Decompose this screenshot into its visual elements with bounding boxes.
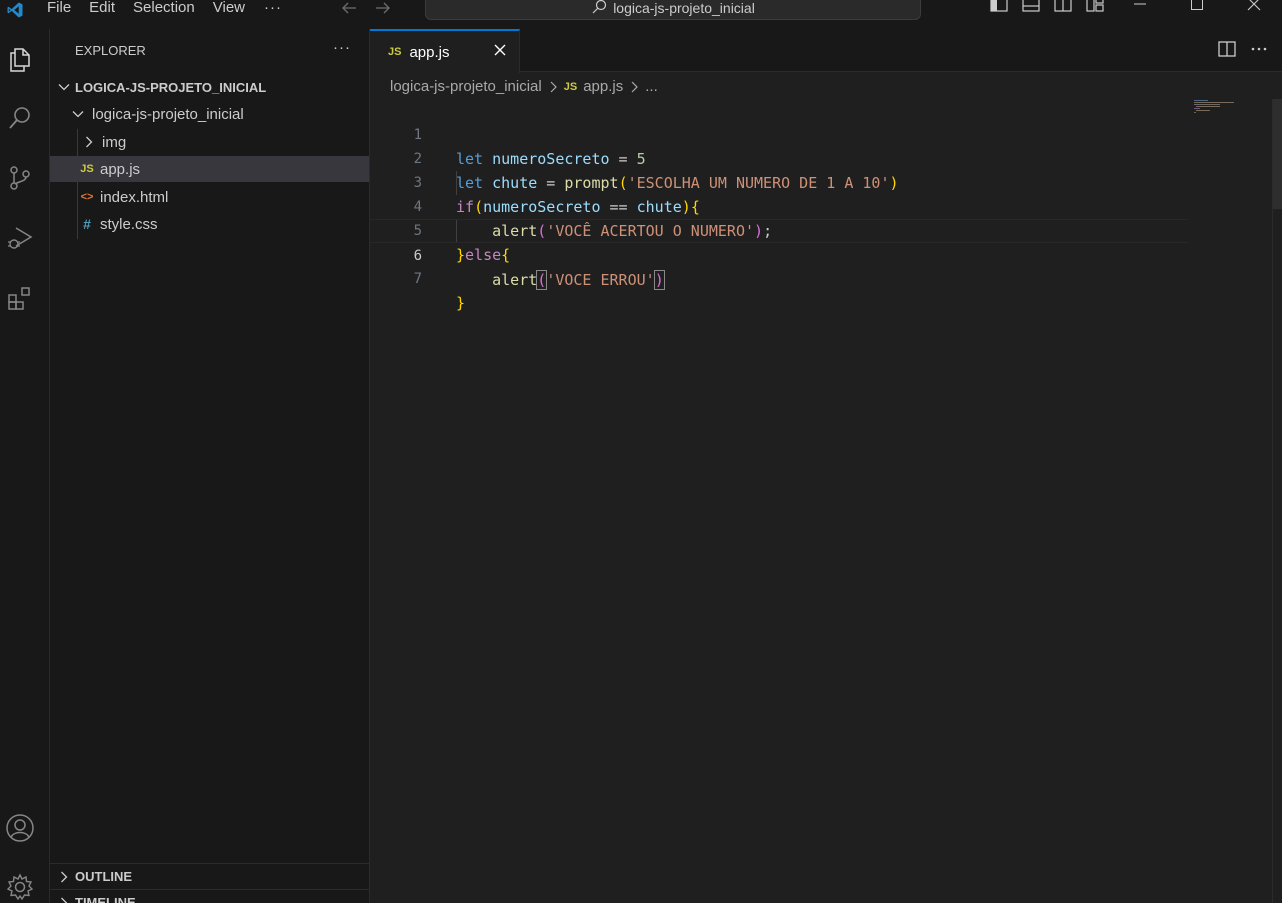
title-bar: File Edit Selection View ··· logica-js-p… — [0, 0, 1282, 29]
chevron-right-icon — [631, 81, 639, 92]
navigation-arrows — [340, 0, 392, 16]
tab-bar: JS app.js — [370, 29, 1282, 73]
more-actions-icon[interactable] — [1250, 41, 1268, 57]
menu-view[interactable]: View — [204, 0, 254, 16]
title-bar-controls — [983, 0, 1282, 12]
code-editor[interactable]: 1 let numeroSecreto = 5 2 let chute = pr… — [370, 99, 1188, 312]
tree-item-index-html[interactable]: <> index.html — [50, 184, 369, 210]
breadcrumb-file[interactable]: app.js — [583, 78, 623, 95]
tree-item-label: img — [102, 133, 127, 151]
timeline-label: TIMELINE — [75, 895, 136, 903]
search-icon — [592, 0, 607, 14]
js-file-icon: JS — [388, 46, 402, 58]
timeline-section[interactable]: TIMELINE — [50, 889, 369, 903]
line-number: 7 — [413, 271, 422, 287]
breadcrumb-folder[interactable]: logica-js-projeto_inicial — [390, 78, 542, 95]
customize-layout-icon[interactable] — [1079, 0, 1111, 12]
toggle-panel-icon[interactable] — [1015, 0, 1047, 12]
vscode-logo-icon — [7, 2, 23, 17]
menu-bar: File Edit Selection View ··· — [28, 0, 292, 16]
tree-item-app-js[interactable]: JS app.js — [50, 156, 369, 182]
chevron-down-icon — [70, 106, 86, 122]
command-center-text: logica-js-projeto_inicial — [613, 0, 755, 16]
source-control-icon[interactable] — [5, 163, 35, 193]
code-line: 2 let chute = prompt('ESCOLHA UM NUMERO … — [370, 123, 1188, 192]
menu-edit[interactable]: Edit — [80, 0, 124, 16]
explorer-more-button[interactable]: ··· — [333, 39, 351, 56]
close-window-button[interactable] — [1225, 0, 1282, 11]
vertical-scrollbar[interactable] — [1272, 99, 1282, 903]
js-file-icon: JS — [80, 163, 94, 175]
tab-label: app.js — [409, 43, 450, 61]
menu-more-button[interactable]: ··· — [254, 0, 292, 16]
chevron-right-icon — [81, 134, 97, 150]
code-line-current: 6 alert('VOCE ERROU') — [370, 219, 1188, 290]
chevron-right-icon — [56, 869, 72, 885]
command-center-search[interactable]: logica-js-projeto_inicial — [425, 0, 921, 20]
tree-item-label: index.html — [100, 188, 169, 206]
tree-item-img[interactable]: img — [50, 129, 369, 155]
extensions-icon[interactable] — [5, 283, 35, 313]
editor-area: JS app.js logica-js-projeto_inicial JS a… — [370, 29, 1282, 903]
minimap[interactable] — [1192, 99, 1252, 119]
forward-arrow-icon[interactable] — [374, 0, 392, 16]
manage-gear-icon[interactable] — [5, 872, 35, 902]
close-icon[interactable] — [492, 42, 508, 58]
code-line: 7 } — [370, 243, 1188, 312]
tab-app-js[interactable]: JS app.js — [370, 29, 520, 73]
activity-bar — [0, 29, 50, 903]
breadcrumb: logica-js-projeto_inicial JS app.js ... — [390, 78, 658, 95]
html-file-icon: <> — [80, 191, 94, 203]
breadcrumb-more[interactable]: ... — [645, 78, 658, 95]
workspace-root[interactable]: LOGICA-JS-PROJETO_INICIAL — [50, 74, 369, 100]
toggle-secondary-sidebar-icon[interactable] — [1047, 0, 1079, 12]
js-file-icon: JS — [563, 80, 578, 93]
menu-selection[interactable]: Selection — [124, 0, 204, 16]
toggle-primary-sidebar-icon[interactable] — [983, 0, 1015, 12]
split-editor-icon[interactable] — [1218, 41, 1236, 57]
code-line: 4 alert('VOCÊ ACERTOU O NUMERO'); — [370, 171, 1188, 240]
chevron-right-icon — [550, 81, 557, 92]
chevron-right-icon — [56, 895, 72, 903]
run-and-debug-icon[interactable] — [5, 223, 35, 253]
minimize-button[interactable] — [1111, 0, 1168, 11]
scrollbar-thumb[interactable] — [1273, 99, 1282, 209]
tree-item-label: style.css — [100, 215, 158, 233]
code-line: 1 let numeroSecreto = 5 — [370, 99, 1188, 168]
search-icon[interactable] — [5, 103, 35, 133]
workspace-root-label: LOGICA-JS-PROJETO_INICIAL — [75, 79, 267, 95]
explorer-sidebar: EXPLORER ··· LOGICA-JS-PROJETO_INICIAL l… — [50, 29, 370, 903]
maximize-button[interactable] — [1168, 0, 1225, 11]
explorer-title: EXPLORER — [75, 43, 146, 58]
editor-actions — [1218, 41, 1268, 57]
tree-item-label: app.js — [100, 160, 141, 178]
folder-row[interactable]: logica-js-projeto_inicial — [50, 101, 369, 127]
tree-item-style-css[interactable]: # style.css — [50, 211, 369, 237]
back-arrow-icon[interactable] — [340, 0, 358, 16]
chevron-down-icon — [56, 79, 72, 95]
accounts-icon[interactable] — [5, 813, 35, 843]
code-line: 5 }else{ — [370, 195, 1188, 264]
explorer-icon[interactable] — [5, 44, 35, 74]
outline-label: OUTLINE — [75, 869, 133, 884]
css-file-icon: # — [83, 216, 91, 232]
code-line: 3 if(numeroSecreto == chute){ — [370, 147, 1188, 216]
folder-label: logica-js-projeto_inicial — [92, 105, 244, 123]
menu-file[interactable]: File — [38, 0, 80, 16]
outline-section[interactable]: OUTLINE — [50, 863, 369, 889]
